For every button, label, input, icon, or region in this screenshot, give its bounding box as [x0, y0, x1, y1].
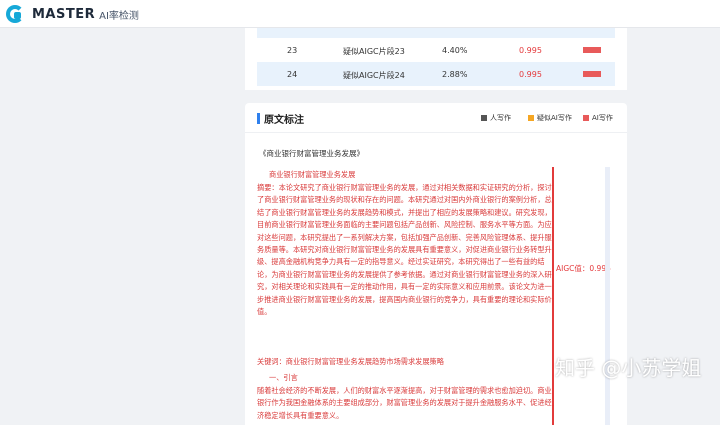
legend-human: 人写作 — [481, 113, 511, 123]
row-bar — [583, 71, 601, 77]
document-title: 《商业银行财富管理业务发展》 — [259, 149, 364, 158]
row-index: 23 — [287, 46, 298, 55]
table-row[interactable]: 23 疑似AIGC片段23 4.40% 0.995 — [257, 38, 615, 62]
legend-suspected-ai: 疑似AI写作 — [528, 113, 572, 123]
ai-keywords[interactable]: 关键词：商业银行财富管理业务发展趋势市场需求发展策略 — [257, 356, 552, 368]
fragment-table: 23 疑似AIGC片段23 4.40% 0.995 24 疑似AIGC片段24 … — [245, 28, 627, 90]
ai-abstract[interactable]: 摘要：本论文研究了商业银行财富管理业务的发展，通过对相关数据和实证研究的分析，探… — [257, 182, 552, 370]
logo-icon — [6, 5, 28, 23]
table-row[interactable]: 24 疑似AIGC片段24 2.88% 0.995 — [257, 62, 615, 86]
legend-swatch-icon — [528, 115, 534, 121]
row-score: 0.995 — [519, 46, 542, 55]
ai-fragment-marker — [552, 167, 554, 425]
logo[interactable]: MASTER AI率检测 — [6, 5, 139, 23]
row-name: 疑似AIGC片段23 — [343, 47, 405, 56]
section-text[interactable]: 随着社会经济的不断发展，人们的财富水平逐渐提高，对于财富管理的需求也愈加迫切。商… — [257, 385, 552, 425]
legend-swatch-icon — [481, 115, 487, 121]
scrollbar[interactable] — [605, 167, 610, 425]
ai-heading[interactable]: 商业银行财富管理业务发展 — [257, 169, 552, 181]
logo-subtitle: AI率检测 — [99, 10, 139, 22]
row-percent: 2.88% — [442, 70, 468, 79]
aigc-value: AIGC值：0.995 — [556, 264, 611, 273]
annotation-title: 原文标注 — [264, 115, 304, 126]
legend-ai: AI写作 — [583, 113, 613, 123]
title-accent — [257, 113, 260, 124]
row-name: 疑似AIGC片段24 — [343, 71, 405, 80]
legend-swatch-icon — [583, 115, 589, 121]
section-heading[interactable]: 一、引言 — [257, 372, 552, 384]
row-index: 24 — [287, 70, 298, 79]
row-percent: 4.40% — [442, 46, 468, 55]
logo-text: MASTER — [32, 6, 96, 22]
annotation-header: 原文标注 人写作 疑似AI写作 AI写作 — [245, 103, 627, 133]
watermark: 知乎 @小苏学姐 — [555, 356, 702, 380]
row-score: 0.995 — [519, 70, 542, 79]
top-bar: MASTER AI率检测 — [0, 0, 720, 28]
row-bar — [583, 47, 601, 53]
